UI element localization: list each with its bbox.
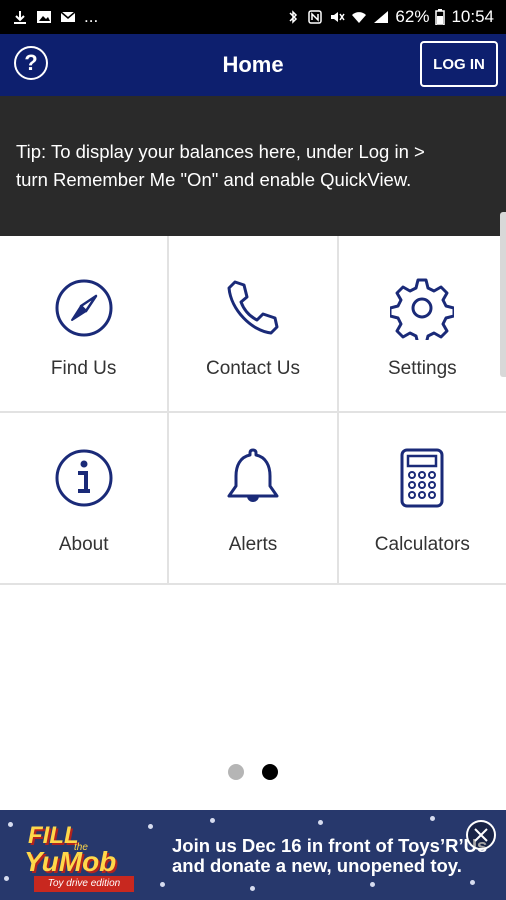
find-us-tile[interactable]: Find Us bbox=[0, 236, 170, 411]
mail-icon bbox=[60, 11, 76, 22]
help-button[interactable]: ? bbox=[14, 46, 48, 80]
gear-icon bbox=[390, 278, 455, 340]
ad-line-1: Join us Dec 16 in front of Toys’R’Us bbox=[172, 835, 488, 856]
phone-icon bbox=[227, 280, 279, 335]
info-icon bbox=[55, 449, 113, 507]
status-right: 62% 10:54 bbox=[285, 7, 494, 27]
yumob-logo: FILL the YuMob Toy drive edition bbox=[22, 818, 142, 896]
tip-line-1: Tip: To display your balances here, unde… bbox=[16, 141, 425, 162]
bluetooth-icon bbox=[289, 10, 298, 24]
page-indicator bbox=[0, 764, 506, 780]
ad-message: Join us Dec 16 in front of Toys’R’Us and… bbox=[172, 836, 487, 876]
ad-banner[interactable]: FILL the YuMob Toy drive edition Join us… bbox=[0, 810, 506, 900]
status-more: ... bbox=[84, 7, 99, 26]
alerts-tile[interactable]: Alerts bbox=[169, 413, 339, 583]
app-header: ? Home LOG IN bbox=[0, 34, 506, 96]
calculator-icon bbox=[400, 448, 444, 508]
close-icon bbox=[474, 828, 488, 842]
menu-row: Find Us Contact Us Settings bbox=[0, 236, 506, 413]
tile-label: Contact Us bbox=[206, 358, 300, 379]
mute-icon bbox=[331, 12, 346, 22]
contact-us-tile[interactable]: Contact Us bbox=[169, 236, 339, 411]
compass-icon bbox=[55, 279, 113, 337]
clock: 10:54 bbox=[451, 7, 494, 26]
nfc-icon bbox=[308, 10, 323, 24]
menu-row: About Alerts Calculators bbox=[0, 413, 506, 585]
status-bar: ... 62% 10:54 bbox=[0, 0, 506, 34]
page-dot-2-active[interactable] bbox=[262, 764, 278, 780]
bell-icon bbox=[227, 448, 279, 502]
image-icon bbox=[37, 11, 51, 23]
help-icon: ? bbox=[24, 50, 38, 75]
ad-close-button[interactable] bbox=[466, 820, 496, 850]
settings-tile[interactable]: Settings bbox=[339, 236, 506, 411]
signal-icon bbox=[374, 11, 389, 23]
tip-line-2: turn Remember Me "On" and enable QuickVi… bbox=[16, 169, 412, 190]
tile-label: Calculators bbox=[374, 534, 470, 555]
tile-label: Find Us bbox=[50, 358, 117, 379]
status-left: ... bbox=[12, 7, 98, 27]
logo-tag-text: Toy drive edition bbox=[34, 876, 134, 892]
tile-label: Settings bbox=[387, 358, 457, 379]
battery-icon bbox=[435, 9, 446, 25]
download-icon bbox=[14, 11, 26, 24]
logo-yumob-text: YuMob bbox=[24, 846, 117, 877]
page-dot-1[interactable] bbox=[228, 764, 244, 780]
wifi-icon bbox=[352, 12, 367, 23]
battery-percent: 62% bbox=[395, 7, 430, 26]
tile-label: About bbox=[58, 534, 109, 555]
ad-line-2: and donate a new, unopened toy. bbox=[172, 855, 462, 876]
calculators-tile[interactable]: Calculators bbox=[339, 413, 506, 583]
quickview-tip: Tip: To display your balances here, unde… bbox=[0, 96, 506, 236]
tile-label: Alerts bbox=[228, 534, 278, 555]
login-button[interactable]: LOG IN bbox=[420, 41, 498, 87]
about-tile[interactable]: About bbox=[0, 413, 170, 583]
menu-grid: Find Us Contact Us Settings About Alerts… bbox=[0, 236, 506, 585]
